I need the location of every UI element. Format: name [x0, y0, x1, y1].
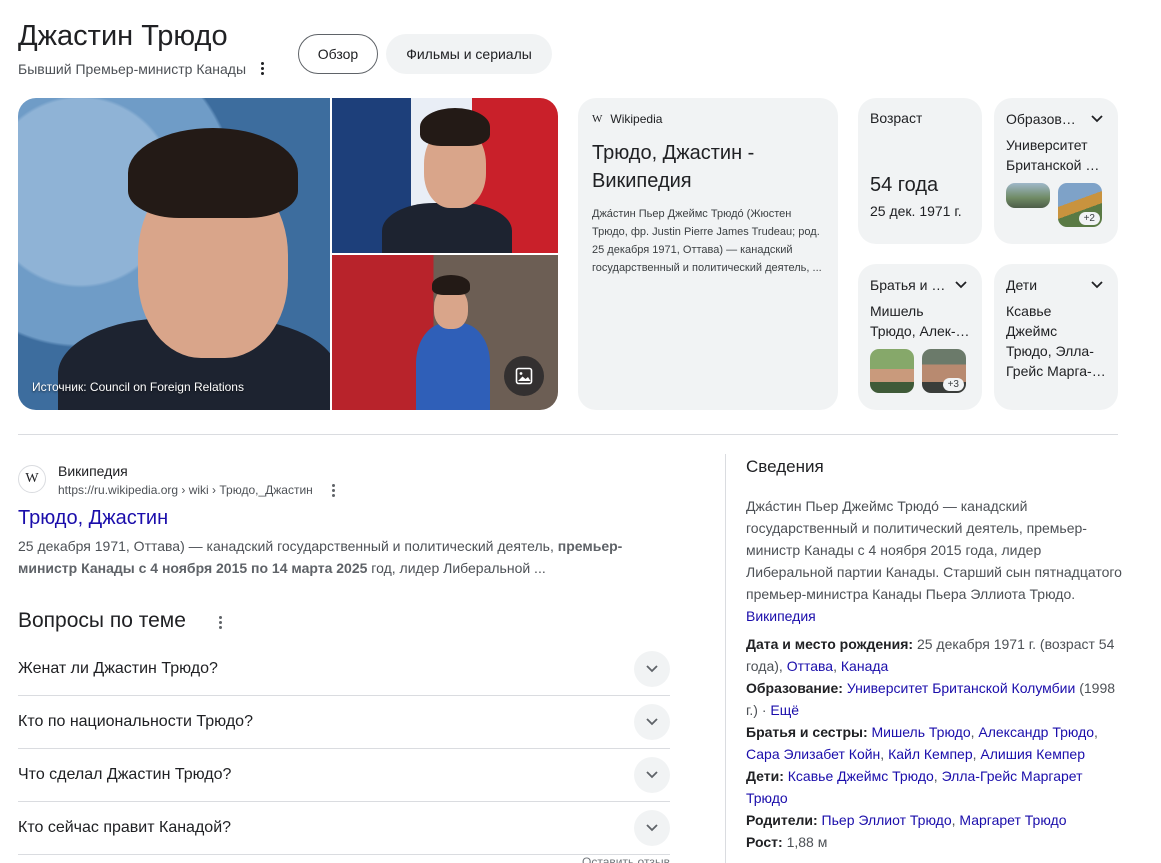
info-row-children: Дети: Ксавье Джеймс Трюдо, Элла-Грейс Ма… [746, 768, 1083, 806]
result-snippet: 25 декабря 1971, Оттава) — канадский гос… [18, 535, 638, 579]
result-snippet-part-2: год, лидер Либеральной ... [367, 560, 546, 576]
question-text: Кто сейчас правит Канадой? [18, 819, 232, 836]
education-thumb-2[interactable]: +2 [1058, 183, 1102, 227]
main-photo[interactable]: Источник: Council on Foreign Relations [18, 98, 330, 410]
info-row-height: Рост: 1,88 м [746, 831, 1122, 853]
info-link[interactable]: Кайл Кемпер [888, 746, 973, 762]
questions-title: Вопросы по теме [18, 609, 186, 632]
wiki-card-source: Wikipedia [610, 112, 663, 126]
result-url[interactable]: https://ru.wikipedia.org › wiki › Трюдо,… [58, 483, 313, 497]
fact-card-siblings[interactable]: Братья и … Мишель Трюдо, Алек-… +3 [858, 264, 982, 410]
photo-bottom-right[interactable] [332, 255, 558, 410]
info-link[interactable]: Пьер Эллиот Трюдо [822, 812, 952, 828]
info-label: Дети: [746, 768, 784, 784]
tab-overview[interactable]: Обзор [298, 34, 378, 74]
info-label: Рост: [746, 834, 783, 850]
question-item[interactable]: Кто сейчас правит Канадой? [18, 802, 670, 855]
fact-age-value: 54 года [870, 174, 939, 196]
wikipedia-icon: W [592, 113, 603, 125]
info-link[interactable]: Ксавье Джеймс Трюдо [788, 768, 934, 784]
info-description-text: Джа́стин Пьер Джеймс Трюдо́ — канадский … [746, 498, 1122, 602]
info-label: Дата и место рождения: [746, 636, 914, 652]
image-collage: Источник: Council on Foreign Relations [18, 98, 558, 410]
section-divider [18, 434, 1118, 435]
feedback-link[interactable]: Оставить отзыв [582, 855, 670, 863]
wiki-card-snippet: Джа́стин Пьер Джеймс Трюдо́ (Жюстен Трюд… [592, 208, 822, 274]
fact-age-date: 25 дек. 1971 г. [870, 203, 962, 219]
result-site-name[interactable]: Википедия [58, 463, 128, 479]
result-snippet-part-1: 25 декабря 1971, Оттава) — канадский гос… [18, 538, 558, 554]
info-link[interactable]: Оттава [787, 658, 833, 674]
info-link[interactable]: Сара Элизабет Койн [746, 746, 880, 762]
question-item[interactable]: Женат ли Джастин Трюдо? [18, 643, 670, 696]
wikipedia-card[interactable]: W Wikipedia Трюдо, Джастин - Википедия Д… [578, 98, 838, 410]
info-more-link[interactable]: Ещё [770, 702, 799, 718]
education-more-badge: +2 [1078, 212, 1100, 225]
fact-siblings-value: Мишель Трюдо, Алек-… [870, 303, 970, 339]
photo-top-right[interactable] [332, 98, 558, 253]
info-link[interactable]: Мишель Трюдо [872, 724, 971, 740]
info-link[interactable]: Маргарет Трюдо [959, 812, 1066, 828]
info-row-siblings: Братья и сестры: Мишель Трюдо, Александр… [746, 724, 1098, 762]
more-vert-icon[interactable] [325, 481, 341, 499]
entity-subtitle: Бывший Премьер-министр Канады [18, 61, 246, 77]
wikipedia-favicon[interactable]: W [18, 465, 46, 493]
question-text: Женат ли Джастин Трюдо? [18, 660, 218, 677]
sibling-thumb-2[interactable]: +3 [922, 349, 966, 393]
info-source-link[interactable]: Википедия [746, 608, 816, 624]
image-source-label: Источник: Council on Foreign Relations [32, 380, 244, 394]
info-height-text: 1,88 м [786, 834, 828, 850]
result-title-link[interactable]: Трюдо, Джастин [18, 507, 168, 530]
question-item[interactable]: Кто по национальности Трюдо? [18, 696, 670, 749]
info-label: Образование: [746, 680, 843, 696]
info-description: Джа́стин Пьер Джеймс Трюдо́ — канадский … [746, 495, 1122, 627]
wiki-card-title[interactable]: Трюдо, Джастин - Википедия [592, 139, 824, 195]
question-text: Кто по национальности Трюдо? [18, 713, 253, 730]
siblings-more-badge: +3 [942, 378, 964, 391]
fact-age-label: Возраст [870, 110, 923, 126]
info-label: Братья и сестры: [746, 724, 868, 740]
info-row-education: Образование: Университет Британской Колу… [746, 677, 1122, 721]
fact-siblings-label: Братья и … [870, 277, 946, 293]
fact-card-age[interactable]: Возраст 54 года 25 дек. 1971 г. [858, 98, 982, 244]
image-icon[interactable] [504, 356, 544, 396]
info-facts: Дата и место рождения: 25 декабря 1971 г… [746, 633, 1122, 853]
info-row-birth: Дата и место рождения: 25 декабря 1971 г… [746, 633, 1122, 677]
sibling-thumb-1[interactable] [870, 349, 914, 393]
info-link[interactable]: Александр Трюдо [978, 724, 1094, 740]
fact-education-value: Университет Британской … [1006, 137, 1100, 173]
info-sep: , [833, 658, 837, 674]
chevron-down-icon[interactable] [634, 704, 670, 740]
tab-films[interactable]: Фильмы и сериалы [386, 34, 552, 74]
chevron-down-icon[interactable] [634, 757, 670, 793]
more-vert-icon[interactable] [212, 613, 228, 631]
result-url-text: https://ru.wikipedia.org › wiki › Трюдо,… [58, 483, 313, 497]
info-link[interactable]: Университет Британской Колумбии [847, 680, 1075, 696]
column-divider [725, 454, 726, 863]
chevron-down-icon[interactable] [634, 810, 670, 846]
question-text: Что сделал Джастин Трюдо? [18, 766, 232, 783]
education-thumb-1[interactable] [1006, 183, 1050, 208]
fact-children-value: Ксавье Джеймс Трюдо, Элла-Грейс Марга-… [1006, 303, 1106, 379]
fact-education-label: Образов… [1006, 111, 1076, 127]
info-row-parents: Родители: Пьер Эллиот Трюдо, Маргарет Тр… [746, 812, 1067, 828]
entity-title: Джастин Трюдо [18, 20, 228, 52]
chevron-down-icon[interactable] [1088, 276, 1106, 294]
fact-card-education[interactable]: Образов… Университет Британской … +2 [994, 98, 1118, 244]
entity-subtitle-text: Бывший Премьер-министр Канады [18, 61, 247, 77]
info-title: Сведения [746, 457, 824, 476]
info-link[interactable]: Алишия Кемпер [980, 746, 1085, 762]
info-link[interactable]: Канада [841, 658, 888, 674]
fact-card-children[interactable]: Дети Ксавье Джеймс Трюдо, Элла-Грейс Мар… [994, 264, 1118, 410]
more-vert-icon[interactable] [254, 59, 270, 77]
fact-children-label: Дети [1006, 277, 1038, 293]
chevron-down-icon[interactable] [952, 276, 970, 294]
question-item[interactable]: Что сделал Джастин Трюдо? [18, 749, 670, 802]
info-label: Родители: [746, 812, 818, 828]
chevron-down-icon[interactable] [1088, 110, 1106, 128]
chevron-down-icon[interactable] [634, 651, 670, 687]
